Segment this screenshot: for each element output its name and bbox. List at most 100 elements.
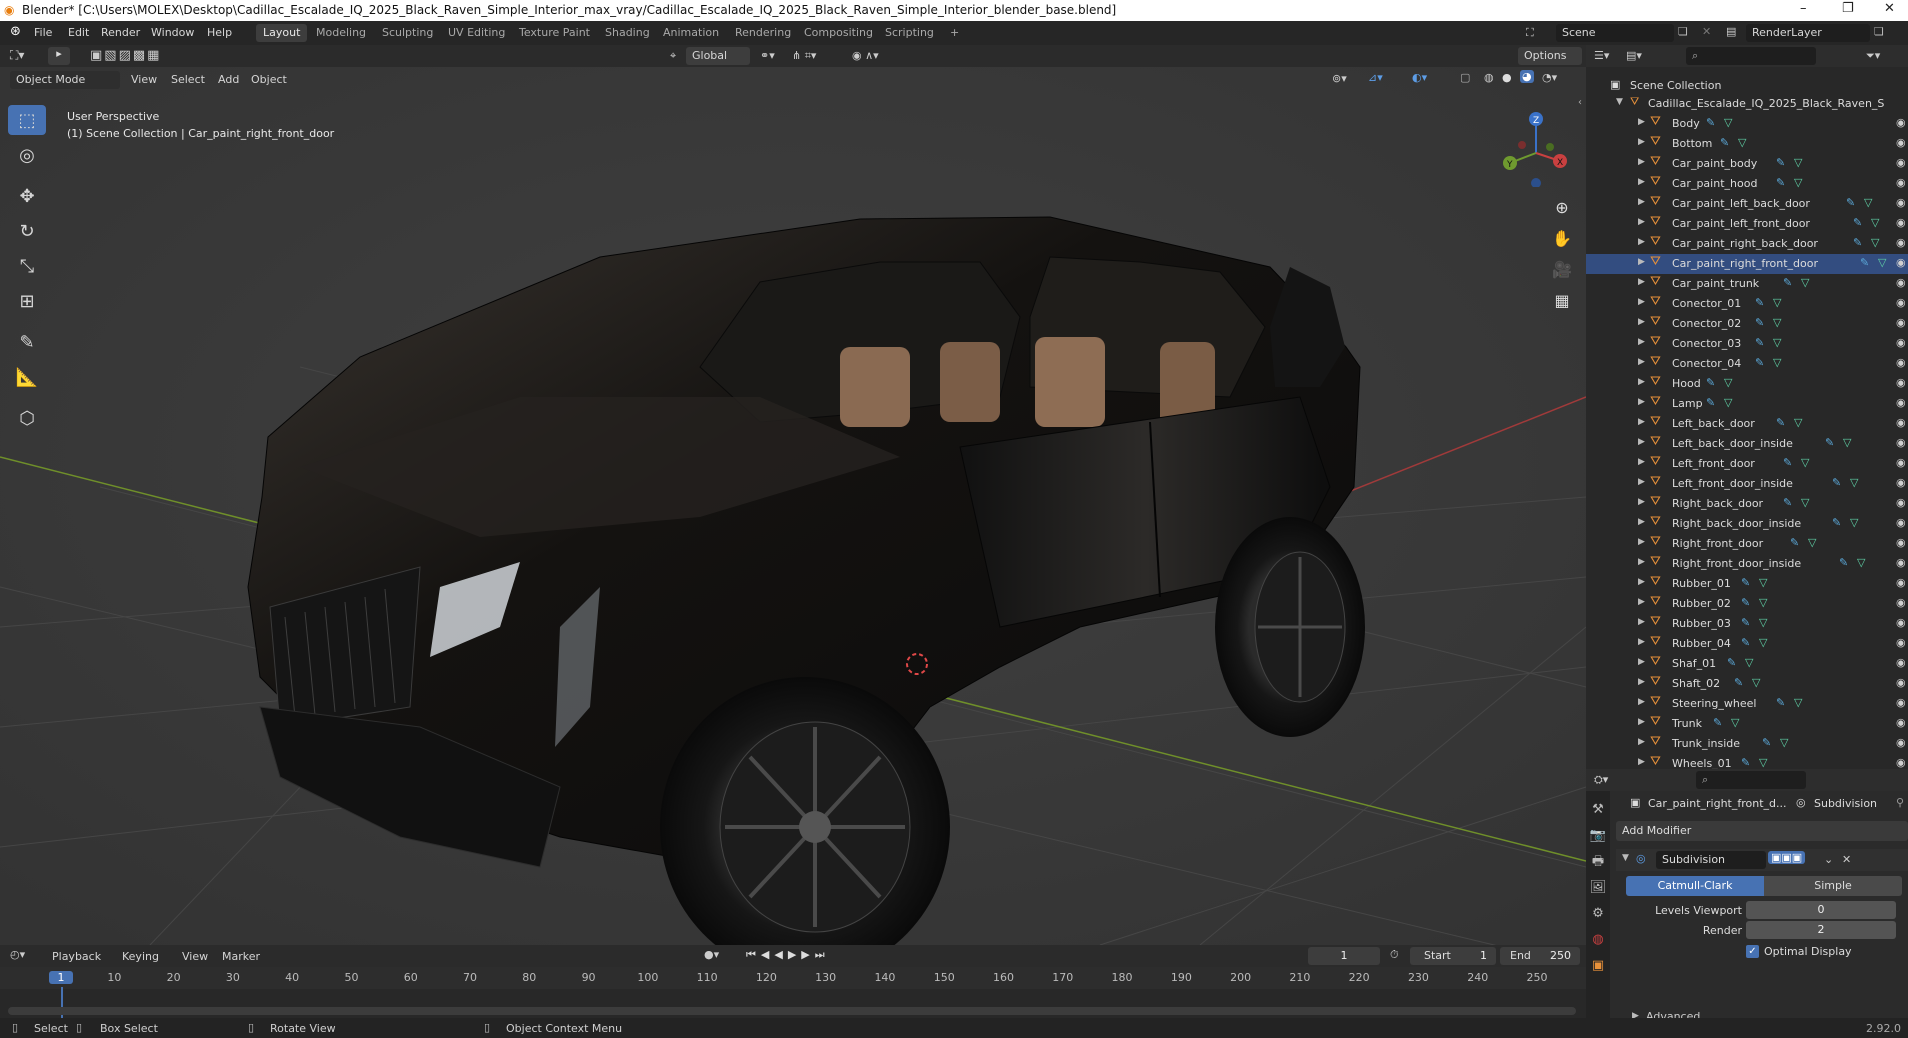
- expand-arrow-icon[interactable]: ▶: [1638, 137, 1645, 147]
- menu-file[interactable]: File: [34, 26, 52, 39]
- timeline-menu-playback[interactable]: Playback: [52, 950, 101, 963]
- xray-icon[interactable]: ▢: [1460, 71, 1470, 84]
- pan-hand-icon[interactable]: ✋: [1550, 223, 1574, 254]
- visibility-eye-icon[interactable]: ◉: [1896, 596, 1906, 609]
- preview-range-icon[interactable]: ⏱: [1390, 948, 1399, 962]
- outliner-item[interactable]: ▶ ⛛ Body ✎ ▽ ◉: [1586, 114, 1908, 134]
- visibility-eye-icon[interactable]: ◉: [1896, 356, 1906, 369]
- expand-arrow-icon[interactable]: ▶: [1638, 617, 1645, 627]
- expand-arrow-icon[interactable]: ▶: [1638, 197, 1645, 207]
- expand-arrow-icon[interactable]: ▶: [1638, 217, 1645, 227]
- tab-sculpting[interactable]: Sculpting: [375, 24, 440, 42]
- outliner-item[interactable]: ▶ ⛛ Car_paint_left_front_door ✎ ▽ ◉: [1586, 214, 1908, 234]
- outliner-item[interactable]: ▶ ⛛ Rubber_02 ✎ ▽ ◉: [1586, 594, 1908, 614]
- outliner-item[interactable]: ▶ ⛛ Left_front_door_inside ✎ ▽ ◉: [1586, 474, 1908, 494]
- levels-viewport-field[interactable]: 0: [1746, 901, 1896, 919]
- display-mode-icon[interactable]: ▤▾: [1626, 49, 1642, 62]
- expand-arrow-icon[interactable]: ▶: [1638, 677, 1645, 687]
- tab-texture-paint[interactable]: Texture Paint: [512, 24, 597, 42]
- modifier-collapse-icon[interactable]: ▼: [1622, 853, 1629, 863]
- transform-orientation-dropdown[interactable]: Global: [686, 47, 750, 65]
- pivot-point-icon[interactable]: ⚭▾: [760, 49, 775, 62]
- outliner-item[interactable]: ▶ ⛛ Shaft_02 ✎ ▽ ◉: [1586, 674, 1908, 694]
- expand-arrow-icon[interactable]: ▶: [1638, 577, 1645, 587]
- visibility-eye-icon[interactable]: ◉: [1896, 576, 1906, 589]
- object-mode-dropdown[interactable]: Object Mode: [10, 71, 120, 89]
- visibility-eye-icon[interactable]: ◉: [1896, 516, 1906, 529]
- outliner-item[interactable]: ▶ ⛛ Bottom ✎ ▽ ◉: [1586, 134, 1908, 154]
- new-layer-icon[interactable]: ❏: [1874, 25, 1884, 38]
- visibility-eye-icon[interactable]: ◉: [1896, 756, 1906, 769]
- camera-view-icon[interactable]: 🎥: [1550, 254, 1574, 285]
- annotate-tool-icon[interactable]: ✎: [8, 327, 46, 357]
- visibility-eye-icon[interactable]: ◉: [1896, 696, 1906, 709]
- outliner-item[interactable]: ▶ ⛛ Car_paint_right_back_door ✎ ▽ ◉: [1586, 234, 1908, 254]
- expand-arrow-icon[interactable]: ▼: [1616, 97, 1623, 107]
- select-tool-icon[interactable]: ▸: [48, 47, 70, 65]
- modifier-dropdown-icon[interactable]: ⌄: [1824, 853, 1833, 866]
- playback-controls-icons[interactable]: ⏮◀◀▶▶⏭: [746, 948, 830, 962]
- properties-editor-icon[interactable]: ⛭▾: [1594, 773, 1608, 787]
- snap-icon[interactable]: ⋔ ⌗▾: [792, 49, 816, 63]
- visibility-eye-icon[interactable]: ◉: [1896, 396, 1906, 409]
- outliner-item[interactable]: ▶ ⛛ Conector_02 ✎ ▽ ◉: [1586, 314, 1908, 334]
- material-shading-icon[interactable]: ◕: [1520, 70, 1534, 83]
- viewport-menu-view[interactable]: View: [131, 73, 157, 86]
- timeline-menu-marker[interactable]: Marker: [222, 950, 260, 963]
- outliner-item[interactable]: ▶ ⛛ Lamp ✎ ▽ ◉: [1586, 394, 1908, 414]
- expand-arrow-icon[interactable]: ▶: [1638, 497, 1645, 507]
- visibility-eye-icon[interactable]: ◉: [1896, 636, 1906, 649]
- visibility-eye-icon[interactable]: ◉: [1896, 416, 1906, 429]
- outliner-item[interactable]: ▶ ⛛ Left_front_door ✎ ▽ ◉: [1586, 454, 1908, 474]
- visibility-eye-icon[interactable]: ◉: [1896, 236, 1906, 249]
- visibility-eye-icon[interactable]: ◉: [1896, 156, 1906, 169]
- outliner-item[interactable]: ▶ ⛛ Trunk_inside ✎ ▽ ◉: [1586, 734, 1908, 754]
- timeline-menu-view[interactable]: View: [182, 950, 208, 963]
- ortho-grid-icon[interactable]: ▦: [1550, 285, 1574, 316]
- visibility-eye-icon[interactable]: ◉: [1896, 716, 1906, 729]
- viewport-menu-add[interactable]: Add: [218, 73, 239, 86]
- outliner-item[interactable]: ▶ ⛛ Car_paint_hood ✎ ▽ ◉: [1586, 174, 1908, 194]
- menu-render[interactable]: Render: [101, 26, 140, 39]
- visibility-eye-icon[interactable]: ◉: [1896, 556, 1906, 569]
- simple-button[interactable]: Simple: [1764, 876, 1902, 896]
- outliner-item[interactable]: ▶ ⛛ Hood ✎ ▽ ◉: [1586, 374, 1908, 394]
- frame-ruler[interactable]: 1 10 20 30 40 50 60 70 80 90 100 110 120 130 140 150 160…: [0, 967, 1586, 1027]
- expand-arrow-icon[interactable]: ▶: [1638, 697, 1645, 707]
- add-modifier-button[interactable]: Add Modifier: [1616, 821, 1908, 841]
- zoom-icon[interactable]: ⊕: [1550, 192, 1574, 223]
- expand-arrow-icon[interactable]: ▶: [1638, 377, 1645, 387]
- blender-menu-icon[interactable]: ⊛: [10, 24, 21, 39]
- visibility-eye-icon[interactable]: ◉: [1896, 496, 1906, 509]
- visibility-eye-icon[interactable]: ◉: [1896, 376, 1906, 389]
- expand-arrow-icon[interactable]: ▶: [1638, 597, 1645, 607]
- outliner-item[interactable]: ▶ ⛛ Wheels_01 ✎ ▽ ◉: [1586, 754, 1908, 769]
- expand-arrow-icon[interactable]: ▶: [1638, 357, 1645, 367]
- tab-layout[interactable]: Layout: [256, 24, 308, 42]
- visibility-eye-icon[interactable]: ◉: [1896, 736, 1906, 749]
- select-box-tool-icon[interactable]: ⬚: [8, 105, 46, 135]
- visibility-eye-icon[interactable]: ◉: [1896, 656, 1906, 669]
- outliner-item[interactable]: ▶ ⛛ Car_paint_left_back_door ✎ ▽ ◉: [1586, 194, 1908, 214]
- expand-arrow-icon[interactable]: ▶: [1638, 517, 1645, 527]
- timeline-scrollbar[interactable]: [8, 1007, 1576, 1015]
- expand-arrow-icon[interactable]: ▶: [1638, 537, 1645, 547]
- outliner-item[interactable]: ▶ ⛛ Rubber_04 ✎ ▽ ◉: [1586, 634, 1908, 654]
- expand-arrow-icon[interactable]: ▶: [1638, 177, 1645, 187]
- menu-edit[interactable]: Edit: [68, 26, 89, 39]
- visibility-eye-icon[interactable]: ◉: [1896, 316, 1906, 329]
- outliner-item[interactable]: ▶ ⛛ Shaf_01 ✎ ▽ ◉: [1586, 654, 1908, 674]
- expand-arrow-icon[interactable]: ▶: [1638, 557, 1645, 567]
- scene-selector[interactable]: Scene: [1556, 24, 1674, 42]
- rendered-shading-icon[interactable]: ◔▾: [1542, 71, 1557, 84]
- outliner-item[interactable]: ▶ ⛛ Right_back_door ✎ ▽ ◉: [1586, 494, 1908, 514]
- expand-arrow-icon[interactable]: ▶: [1638, 637, 1645, 647]
- expand-arrow-icon[interactable]: ▶: [1638, 477, 1645, 487]
- outliner-item[interactable]: ▶ ⛛ Car_paint_right_front_door ✎ ▽ ◉: [1586, 254, 1908, 274]
- visibility-eye-icon[interactable]: ◉: [1896, 336, 1906, 349]
- optimal-display-checkbox[interactable]: ✓: [1746, 945, 1759, 958]
- render-layer-selector[interactable]: RenderLayer: [1746, 24, 1870, 42]
- visibility-eye-icon[interactable]: ◉: [1896, 176, 1906, 189]
- expand-arrow-icon[interactable]: ▶: [1638, 297, 1645, 307]
- outliner-item[interactable]: ▶ ⛛ Conector_03 ✎ ▽ ◉: [1586, 334, 1908, 354]
